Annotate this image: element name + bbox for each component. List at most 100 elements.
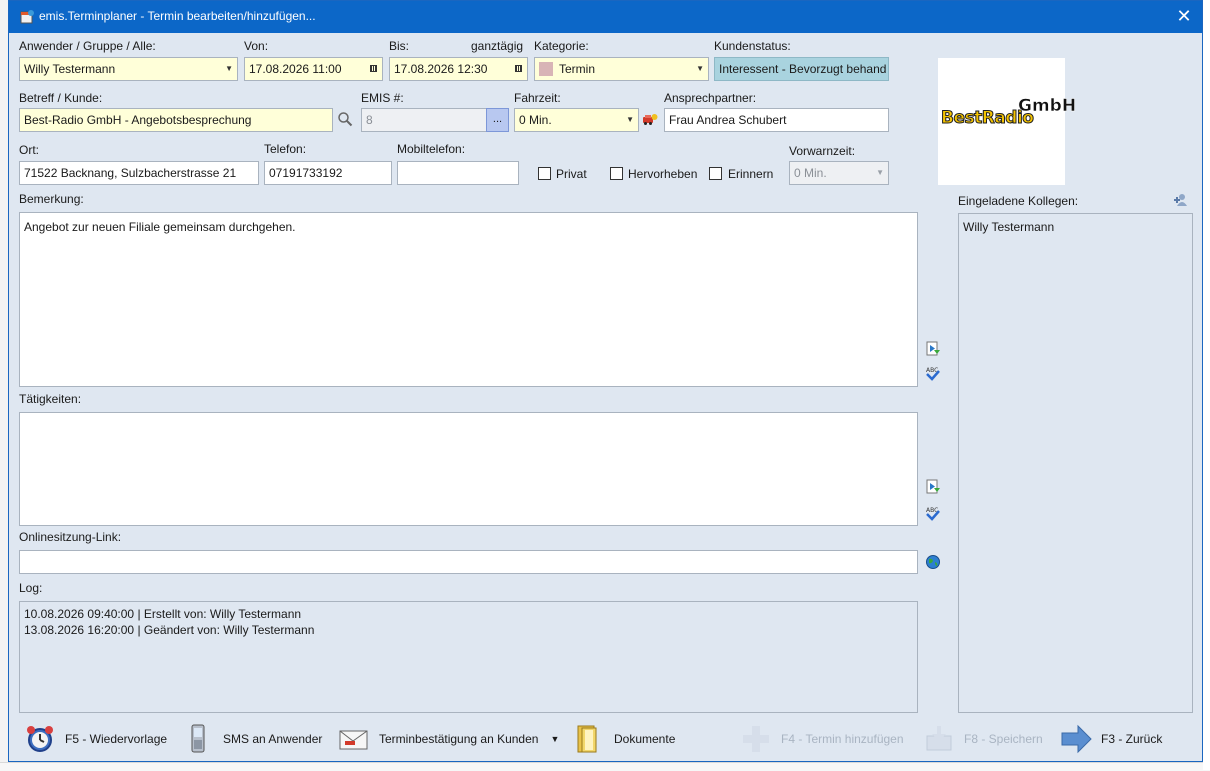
online-link-input[interactable] <box>19 550 918 574</box>
chevron-down-icon: ▼ <box>696 64 704 73</box>
online-link-label: Onlinesitzung-Link: <box>19 530 122 544</box>
highlight-checkbox[interactable] <box>610 167 623 180</box>
private-label[interactable]: Privat <box>556 167 587 181</box>
all-day-label[interactable]: ganztägig <box>471 39 523 53</box>
background-app-right <box>1203 0 1210 770</box>
activities-textarea[interactable] <box>19 412 918 526</box>
list-item[interactable]: Willy Testermann <box>963 219 1188 235</box>
to-label: Bis: <box>389 39 410 53</box>
category-select[interactable]: Termin ▼ <box>534 57 709 81</box>
log-entry: 10.08.2026 09:40:00 | Erstellt von: Will… <box>24 607 302 621</box>
remark-textarea[interactable]: Angebot zur neuen Filiale gemeinsam durc… <box>19 212 918 387</box>
chevron-down-icon: ▼ <box>876 168 884 177</box>
log-entry: 13.08.2026 16:20:00 | Geändert von: Will… <box>24 623 315 637</box>
travel-time-select[interactable]: 0 Min. ▼ <box>514 108 639 132</box>
phone-input[interactable]: 07191733192 <box>264 161 392 185</box>
calendar-app-icon <box>20 10 34 24</box>
envelope-icon <box>339 730 368 750</box>
phone-label: Telefon: <box>264 142 307 156</box>
user-select[interactable]: Willy Testermann ▼ <box>19 57 238 81</box>
customer-status-label: Kundenstatus: <box>714 39 791 53</box>
remind-checkbox[interactable] <box>709 167 722 180</box>
documents-button[interactable]: Dokumente <box>572 721 675 757</box>
window-title: emis.Terminplaner - Termin bearbeiten/hi… <box>39 9 316 23</box>
highlight-label[interactable]: Hervorheben <box>628 167 697 181</box>
mobile-input[interactable] <box>397 161 519 185</box>
activities-label: Tätigkeiten: <box>19 392 82 406</box>
private-checkbox[interactable] <box>538 167 551 180</box>
subject-input[interactable]: Best-Radio GmbH - Angebotsbesprechung <box>19 108 333 132</box>
background-app-strip <box>0 0 8 770</box>
emis-no-input: 8 <box>361 108 487 132</box>
customer-status-field: Interessent - Bevorzugt behand <box>714 57 889 81</box>
sms-label: SMS an Anwender <box>223 732 323 746</box>
log-label: Log: <box>19 581 43 595</box>
car-icon[interactable] <box>642 111 658 127</box>
followup-button[interactable]: F5 - Wiedervorlage <box>23 721 167 757</box>
category-label: Kategorie: <box>534 39 589 53</box>
subject-value: Best-Radio GmbH - Angebotsbesprechung <box>24 113 252 127</box>
save-button[interactable]: F8 - Speichern <box>922 721 1043 757</box>
followup-label: F5 - Wiedervorlage <box>65 732 168 746</box>
confirmation-label: Terminbestätigung an Kunden <box>379 732 539 746</box>
remark-value: Angebot zur neuen Filiale gemeinsam durc… <box>24 220 296 234</box>
contact-input[interactable]: Frau Andrea Schubert <box>664 108 889 132</box>
contact-label: Ansprechpartner: <box>664 91 757 105</box>
remark-label: Bemerkung: <box>19 192 84 206</box>
add-icon <box>743 726 769 752</box>
emis-no-value: 8 <box>366 113 373 127</box>
chevron-down-icon[interactable]: ▼ <box>550 734 559 744</box>
globe-icon[interactable] <box>925 554 941 570</box>
sms-button[interactable]: SMS an Anwender <box>181 721 322 757</box>
folder-icon <box>577 725 597 753</box>
from-datetime-input[interactable]: 17.08.2026 11:00 <box>244 57 383 81</box>
phone-value: 07191733192 <box>269 166 343 180</box>
to-datetime-input[interactable]: 17.08.2026 12:30 <box>389 57 528 81</box>
warning-time-value: 0 Min. <box>794 166 827 180</box>
customer-status-value: Interessent - Bevorzugt behand <box>719 62 887 76</box>
location-input[interactable]: 71522 Backnang, Sulzbacherstrasse 21 <box>19 161 259 185</box>
calendar-picker-icon[interactable] <box>370 65 377 72</box>
add-colleague-icon[interactable] <box>1173 192 1189 208</box>
insert-text-icon[interactable] <box>925 479 941 495</box>
to-datetime-value: 17.08.2026 12:30 <box>394 62 488 76</box>
invited-colleagues-list[interactable]: Willy Testermann <box>958 213 1193 713</box>
save-label: F8 - Speichern <box>964 732 1043 746</box>
from-datetime-value: 17.08.2026 11:00 <box>249 62 342 76</box>
calendar-picker-icon[interactable] <box>515 65 522 72</box>
emis-browse-button[interactable]: ... <box>486 108 509 132</box>
customer-logo: BestRadio GmbH <box>938 58 1076 185</box>
mobile-phone-icon <box>191 724 205 753</box>
chevron-down-icon: ▼ <box>225 64 233 73</box>
search-icon[interactable] <box>337 111 353 127</box>
save-icon <box>926 726 952 751</box>
back-button[interactable]: F3 - Zurück <box>1059 721 1162 757</box>
log-list: 10.08.2026 09:40:00 | Erstellt von: Will… <box>19 601 918 713</box>
user-select-value: Willy Testermann <box>24 62 116 76</box>
travel-time-label: Fahrzeit: <box>514 91 561 105</box>
location-label: Ort: <box>19 143 39 157</box>
insert-text-icon[interactable] <box>925 341 941 357</box>
add-appointment-button[interactable]: F4 - Termin hinzufügen <box>739 721 904 757</box>
chevron-down-icon: ▼ <box>626 115 634 124</box>
remind-label[interactable]: Erinnern <box>728 167 773 181</box>
spellcheck-icon[interactable]: ABC <box>925 505 941 521</box>
emis-no-label: EMIS #: <box>361 91 404 105</box>
mobile-label: Mobiltelefon: <box>397 142 466 156</box>
logo-suffix-text: GmbH <box>1018 96 1077 117</box>
subject-label: Betreff / Kunde: <box>19 91 103 105</box>
appointment-dialog: emis.Terminplaner - Termin bearbeiten/hi… <box>8 0 1203 762</box>
confirmation-button[interactable]: Terminbestätigung an Kunden ▼ <box>337 721 559 757</box>
from-label: Von: <box>244 39 269 53</box>
category-value: Termin <box>559 62 596 76</box>
warning-time-label: Vorwarnzeit: <box>789 144 856 158</box>
alarm-clock-icon <box>27 726 53 752</box>
invited-colleagues-label: Eingeladene Kollegen: <box>958 194 1079 208</box>
title-bar: emis.Terminplaner - Termin bearbeiten/hi… <box>9 1 1202 33</box>
category-color-swatch <box>539 62 553 76</box>
documents-label: Dokumente <box>614 732 676 746</box>
arrow-right-icon <box>1061 724 1092 754</box>
close-icon[interactable]: ✕ <box>1174 7 1194 27</box>
spellcheck-icon[interactable]: ABC <box>925 365 941 381</box>
travel-time-value: 0 Min. <box>519 113 552 127</box>
